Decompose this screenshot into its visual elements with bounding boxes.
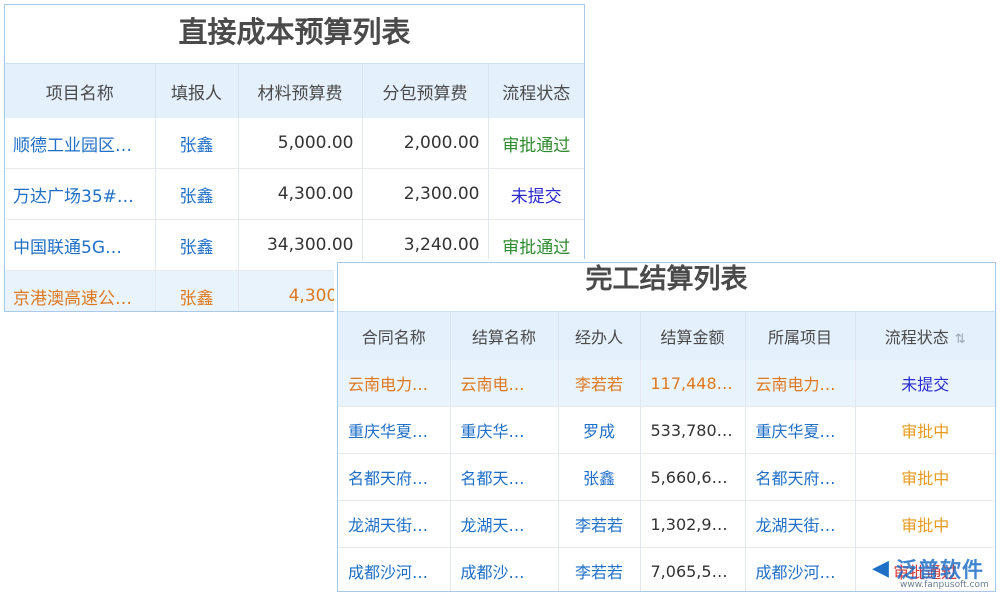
sort-icon[interactable]: ⇅ [955,332,966,347]
reporter-link[interactable]: 张鑫 [155,271,238,313]
status-badge: 未提交 [855,360,995,407]
table-row[interactable]: 重庆华夏… 重庆华… 罗成 533,780… 重庆华夏… 审批中 [338,407,995,454]
settlement-amount-cell: 7,065,5… [640,548,745,593]
col-status[interactable]: 流程状态 [488,64,584,119]
subcontract-budget-cell: 2,000.00 [362,118,488,169]
budget-list-title: 直接成本预算列表 [5,5,584,63]
project-link[interactable]: 成都沙河… [745,548,855,593]
col-settlement-name[interactable]: 结算名称 [450,312,558,361]
subcontract-budget-cell: 2,300.00 [362,169,488,220]
table-row[interactable]: 龙湖天街… 龙湖天… 李若若 1,302,9… 龙湖天街… 审批中 [338,501,995,548]
table-row[interactable]: 顺德工业园区… 张鑫 5,000.00 2,000.00 审批通过 [5,118,584,169]
settlement-table-header: 合同名称 结算名称 经办人 结算金额 所属项目 流程状态 ⇅ [338,312,995,361]
col-material-budget[interactable]: 材料预算费 [238,64,362,119]
settlement-name-link[interactable]: 龙湖天… [450,501,558,548]
status-badge: 审批中 [855,501,995,548]
project-link[interactable]: 名都天府… [745,454,855,501]
status-badge: 未提交 [488,169,584,220]
table-row[interactable]: 名都天府… 名都天… 张鑫 5,660,6… 名都天府… 审批中 [338,454,995,501]
handler-link[interactable]: 李若若 [558,548,640,593]
budget-table-header: 项目名称 填报人 材料预算费 分包预算费 流程状态 [5,64,584,119]
reporter-link[interactable]: 张鑫 [155,220,238,271]
material-budget-cell: 5,000.00 [238,118,362,169]
settlement-list-panel: 完工结算列表 合同名称 结算名称 经办人 结算金额 所属项目 流程状态 ⇅ 云南电… [337,262,996,592]
settlement-list-title: 完工结算列表 [338,263,995,311]
settlement-name-link[interactable]: 名都天… [450,454,558,501]
col-handler[interactable]: 经办人 [558,312,640,361]
handler-link[interactable]: 张鑫 [558,454,640,501]
handler-link[interactable]: 李若若 [558,501,640,548]
settlement-name-link[interactable]: 成都沙… [450,548,558,593]
contract-name-link[interactable]: 云南电力… [338,360,450,407]
settlement-amount-cell: 5,660,6… [640,454,745,501]
col-settlement-amount[interactable]: 结算金额 [640,312,745,361]
col-project-name[interactable]: 项目名称 [5,64,155,119]
settlement-amount-cell: 533,780… [640,407,745,454]
status-badge: 审批中 [855,407,995,454]
col-subcontract-budget[interactable]: 分包预算费 [362,64,488,119]
status-badge: 审批中 [855,454,995,501]
table-row-highlighted[interactable]: 云南电力… 云南电… 李若若 117,448… 云南电力… 未提交 [338,360,995,407]
settlement-table: 合同名称 结算名称 经办人 结算金额 所属项目 流程状态 ⇅ 云南电力… 云南电…… [338,311,995,592]
reporter-link[interactable]: 张鑫 [155,118,238,169]
col-project[interactable]: 所属项目 [745,312,855,361]
contract-name-link[interactable]: 重庆华夏… [338,407,450,454]
settlement-name-link[interactable]: 云南电… [450,360,558,407]
col-reporter[interactable]: 填报人 [155,64,238,119]
reporter-link[interactable]: 张鑫 [155,169,238,220]
project-name-link[interactable]: 京港澳高速公… [5,271,155,313]
settlement-amount-cell: 117,448… [640,360,745,407]
col-status-label: 流程状态 [885,328,949,347]
table-row[interactable]: 万达广场35#… 张鑫 4,300.00 2,300.00 未提交 [5,169,584,220]
settlement-name-link[interactable]: 重庆华… [450,407,558,454]
settlement-amount-cell: 1,302,9… [640,501,745,548]
project-name-link[interactable]: 万达广场35#… [5,169,155,220]
material-budget-cell: 4,300.00 [238,169,362,220]
col-contract-name[interactable]: 合同名称 [338,312,450,361]
watermark-url: www.fanpusoft.com [900,580,989,590]
contract-name-link[interactable]: 成都沙河… [338,548,450,593]
project-link[interactable]: 重庆华夏… [745,407,855,454]
project-link[interactable]: 龙湖天街… [745,501,855,548]
project-link[interactable]: 云南电力… [745,360,855,407]
col-status[interactable]: 流程状态 ⇅ [855,312,995,361]
brand-watermark: ◀ 泛普软件 www.fanpusoft.com [870,552,996,592]
project-name-link[interactable]: 顺德工业园区… [5,118,155,169]
handler-link[interactable]: 罗成 [558,407,640,454]
fanpu-logo-icon: ◀ [872,556,889,581]
status-badge: 审批通过 [488,118,584,169]
contract-name-link[interactable]: 名都天府… [338,454,450,501]
project-name-link[interactable]: 中国联通5G… [5,220,155,271]
handler-link[interactable]: 李若若 [558,360,640,407]
contract-name-link[interactable]: 龙湖天街… [338,501,450,548]
